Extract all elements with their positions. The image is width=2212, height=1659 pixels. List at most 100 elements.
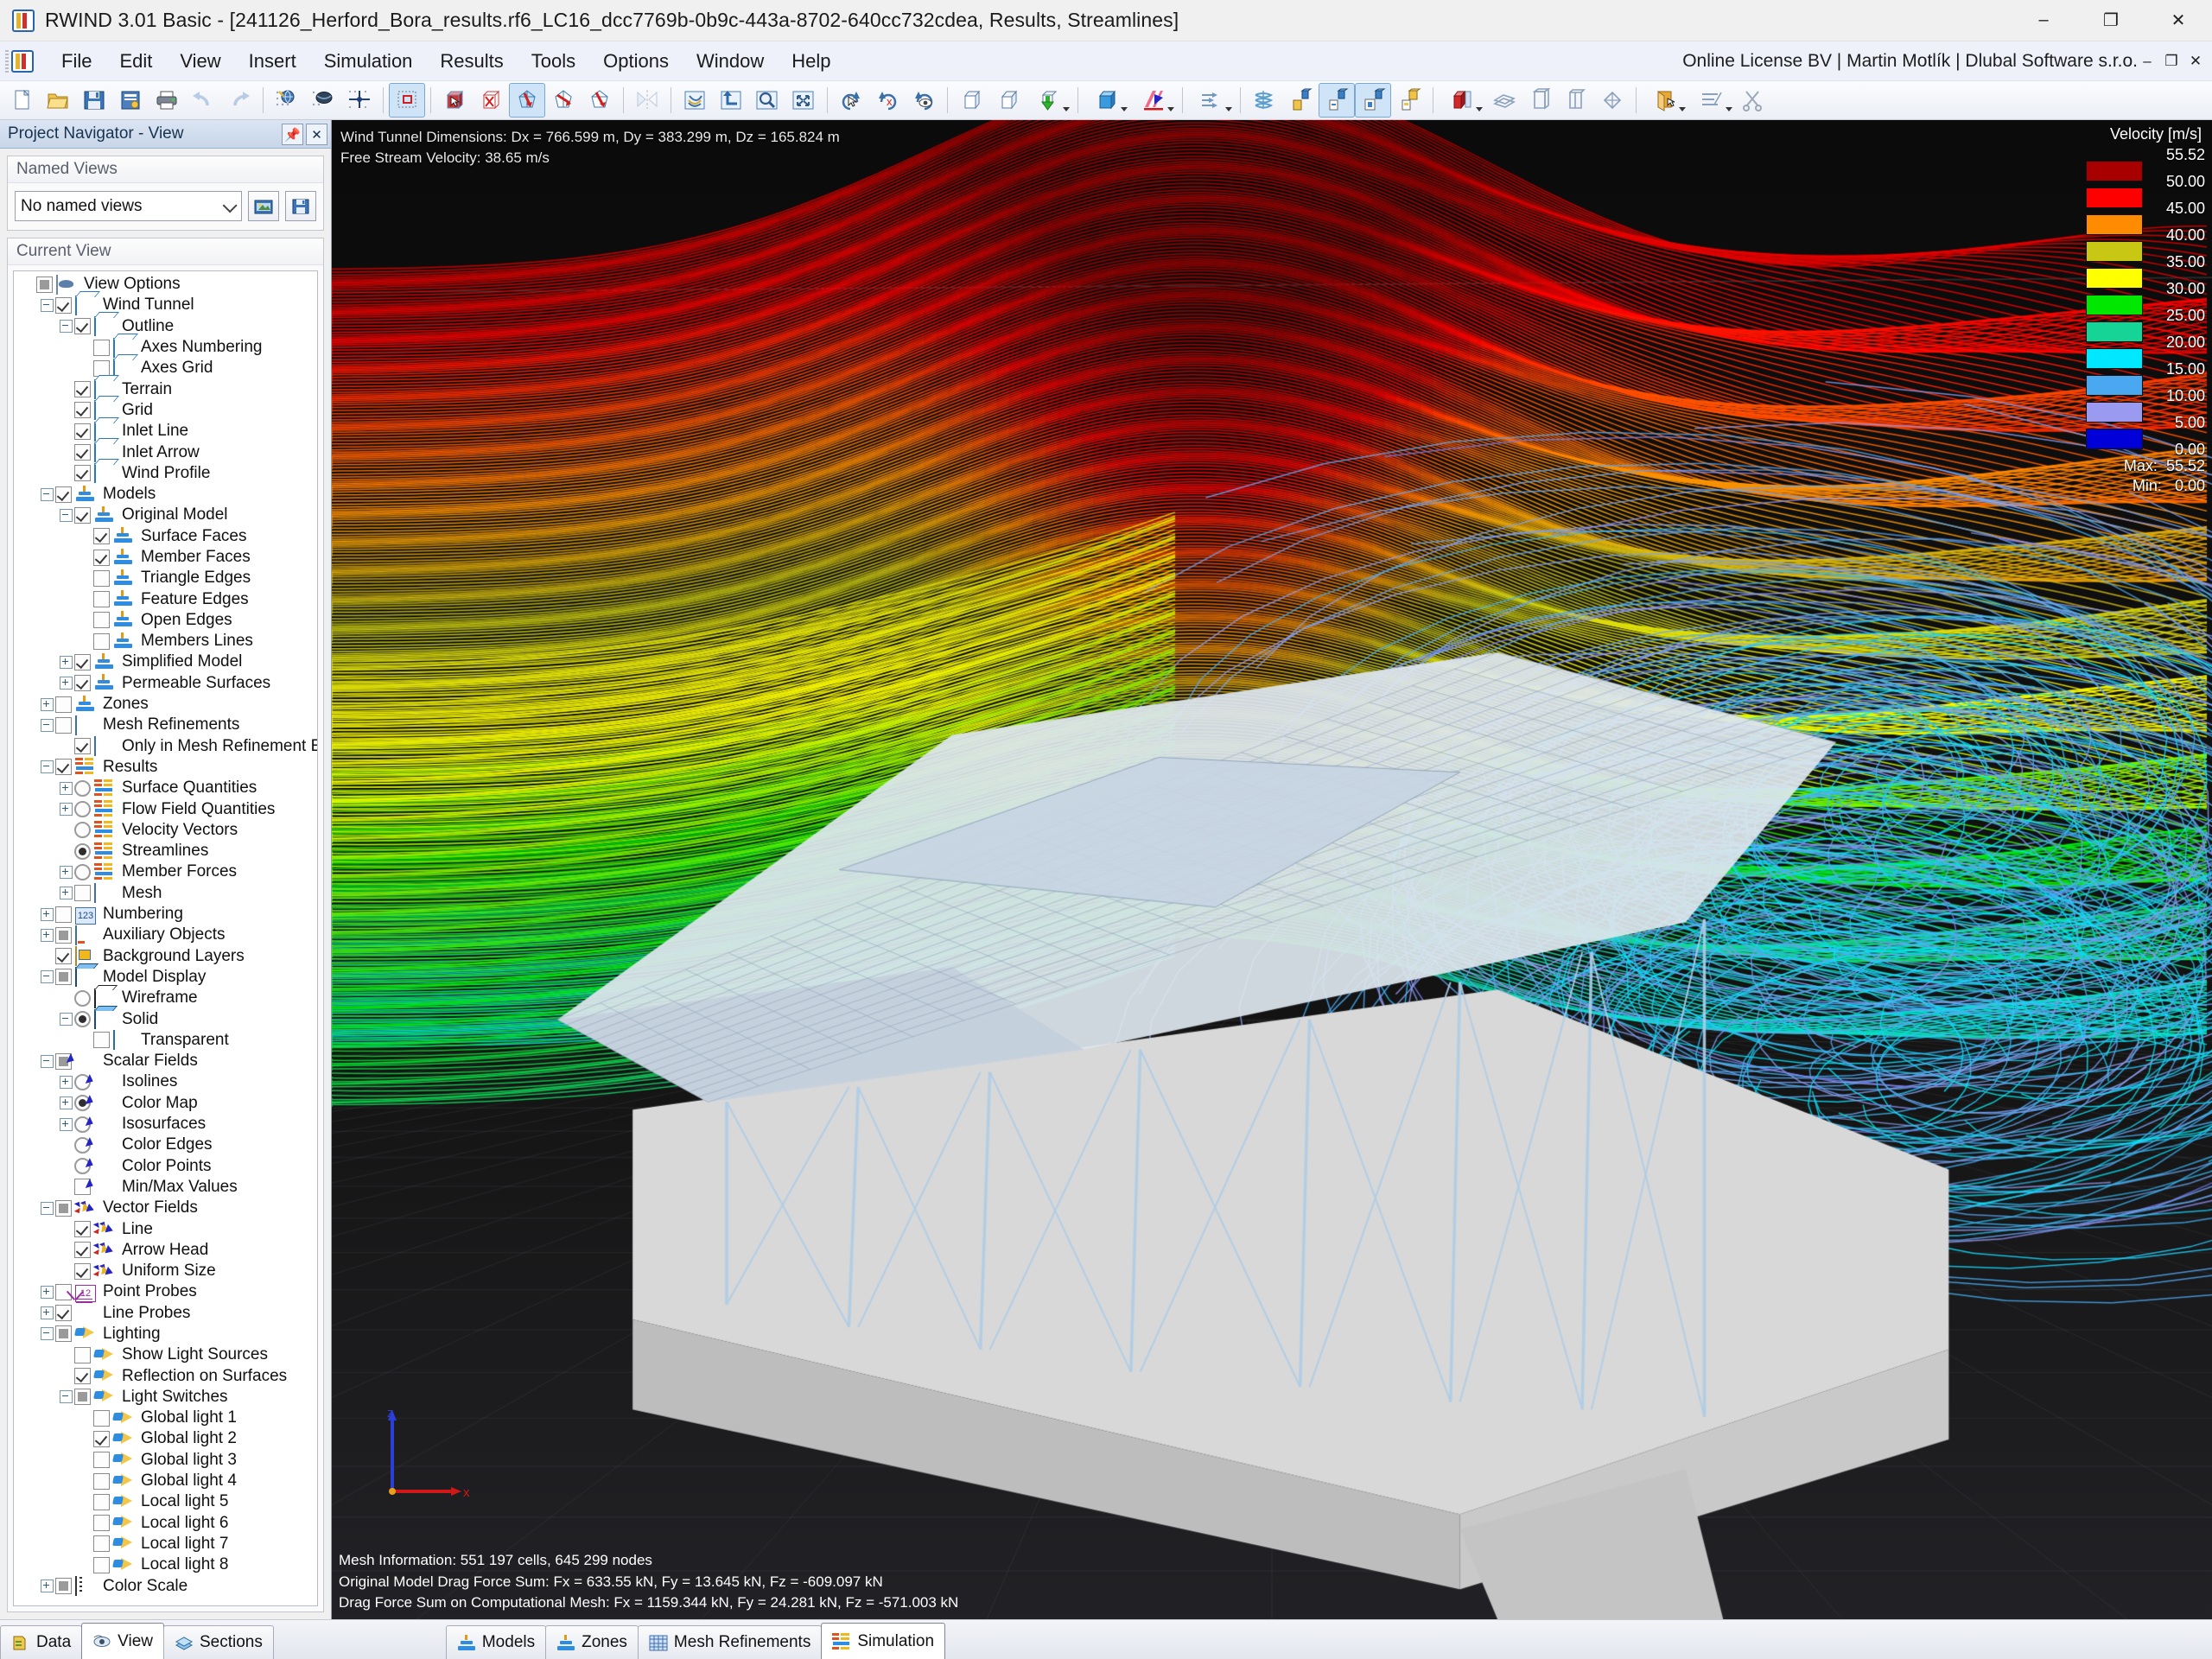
tab-mesh-refinements[interactable]: Mesh Refinements [637,1625,823,1659]
tree-item-background-layers[interactable]: Background Layers [14,946,317,967]
tree-checkbox[interactable] [55,948,72,965]
3d-viewport[interactable]: Wind Tunnel Dimensions: Dx = 766.599 m, … [332,120,2212,1619]
tree-expander[interactable] [38,696,55,713]
tree-checkbox[interactable] [74,318,91,335]
tab-view[interactable]: View [81,1623,164,1659]
tree-checkbox[interactable] [93,1493,110,1510]
tree-item-color-scale[interactable]: Color Scale [14,1575,317,1597]
maximize-button[interactable]: ❐ [2077,0,2145,41]
tab-data[interactable]: Data [0,1625,83,1659]
render-mode-button[interactable] [1642,83,1688,118]
tree-expander[interactable] [38,1199,55,1217]
tree-checkbox[interactable] [55,969,72,986]
tree-expander[interactable] [57,1011,74,1028]
tree-expander[interactable] [57,801,74,818]
tree-item-local-light-5[interactable]: Local light 5 [14,1491,317,1512]
tree-checkbox[interactable] [55,759,72,776]
tree-item-vector-fields[interactable]: Vector Fields [14,1198,317,1218]
view-isometric-button[interactable] [953,83,989,118]
tree-item-outline[interactable]: Outline [14,316,317,337]
tree-checkbox[interactable] [93,1515,110,1532]
tree-expander[interactable] [57,1095,74,1112]
tree-checkbox[interactable] [93,528,110,545]
tree-expander[interactable] [38,296,55,314]
tree-checkbox[interactable] [93,339,110,356]
tree-checkbox[interactable] [55,1325,72,1343]
tree-radio[interactable] [74,801,91,818]
tree-item-isosurfaces[interactable]: Isosurfaces [14,1114,317,1135]
tab-models[interactable]: Models [445,1625,547,1659]
zoom-all-button[interactable] [785,83,822,118]
tree-checkbox[interactable] [55,906,72,923]
menu-window[interactable]: Window [683,45,778,78]
tree-item-global-light-3[interactable]: Global light 3 [14,1450,317,1471]
tree-expander[interactable] [38,716,55,734]
tab-simulation[interactable]: Simulation [821,1623,946,1659]
tree-item-grid[interactable]: Grid [14,400,317,421]
rotate-view-x-button[interactable] [509,83,545,118]
tree-item-inlet-arrow[interactable]: Inlet Arrow [14,442,317,463]
menu-insert[interactable]: Insert [235,45,310,78]
menu-simulation[interactable]: Simulation [310,45,427,78]
tree-checkbox[interactable] [74,653,91,671]
tree-checkbox[interactable] [93,1430,110,1447]
tree-item-wireframe[interactable]: Wireframe [14,988,317,1008]
tree-expander[interactable] [38,969,55,986]
tree-checkbox[interactable] [55,1578,72,1595]
menu-results[interactable]: Results [426,45,517,78]
tree-item-global-light-2[interactable]: Global light 2 [14,1428,317,1449]
tree-item-inlet-line[interactable]: Inlet Line [14,421,317,442]
tree-checkbox[interactable] [74,402,91,419]
tree-checkbox[interactable] [93,632,110,650]
tree-checkbox[interactable] [55,926,72,944]
tree-item-terrain[interactable]: Terrain [14,378,317,400]
menu-grip-handle[interactable] [5,49,9,73]
view-options-tree[interactable]: View Options Wind Tunnel Outline Axes Numbe… [13,270,318,1606]
tree-checkbox[interactable] [93,359,110,377]
section-cut-button[interactable] [1439,83,1485,118]
new-file-button[interactable] [3,83,40,118]
print-button[interactable] [149,83,185,118]
streamline-settings-button[interactable] [1188,83,1235,118]
tree-item-axes-numbering[interactable]: Axes Numbering [14,337,317,358]
result-diagram-2-button[interactable] [1319,83,1355,118]
tree-expander[interactable] [38,1305,55,1322]
tree-expander[interactable] [38,1578,55,1595]
tree-checkbox[interactable] [55,696,72,713]
tree-item-local-light-8[interactable]: Local light 8 [14,1554,317,1575]
close-button[interactable]: ✕ [2145,0,2212,41]
deselect-objects-button[interactable] [473,83,509,118]
tree-expander[interactable] [57,1116,74,1133]
tree-radio[interactable] [74,863,91,880]
tree-checkbox[interactable] [74,1242,91,1259]
tree-checkbox[interactable] [74,381,91,398]
result-diagram-4-button[interactable] [1391,83,1427,118]
tree-checkbox[interactable] [93,549,110,566]
view-perspective-button[interactable] [989,83,1026,118]
tab-sections[interactable]: Sections [162,1625,274,1659]
tree-item-color-edges[interactable]: Color Edges [14,1135,317,1155]
result-diagram-1-button[interactable] [1282,83,1319,118]
menu-edit[interactable]: Edit [105,45,166,78]
tree-checkbox[interactable] [55,1199,72,1217]
tree-item-point-probes[interactable]: 12 Point Probes [14,1281,317,1302]
tree-radio[interactable] [74,779,91,797]
tree-checkbox[interactable] [93,612,110,629]
tree-expander[interactable] [38,1052,55,1070]
tree-expander[interactable] [57,779,74,797]
tree-item-triangle-edges[interactable]: Triangle Edges [14,568,317,588]
tree-expander[interactable] [57,1073,74,1090]
tree-item-transparent[interactable]: Transparent [14,1030,317,1051]
refresh-view-button[interactable] [677,83,713,118]
visual-settings-button[interactable] [305,83,341,118]
tree-expander[interactable] [38,486,55,503]
snap-point-button[interactable] [341,83,378,118]
tree-item-local-light-6[interactable]: Local light 6 [14,1513,317,1534]
menu-app-icon[interactable] [11,49,34,73]
menu-file[interactable]: File [48,45,105,78]
tree-item-surface-faces[interactable]: Surface Faces [14,526,317,547]
tree-checkbox[interactable] [93,1409,110,1427]
tree-item-flow-field-quantities[interactable]: Flow Field Quantities [14,798,317,819]
menu-help[interactable]: Help [778,45,844,78]
tree-item-lighting[interactable]: Lighting [14,1324,317,1344]
